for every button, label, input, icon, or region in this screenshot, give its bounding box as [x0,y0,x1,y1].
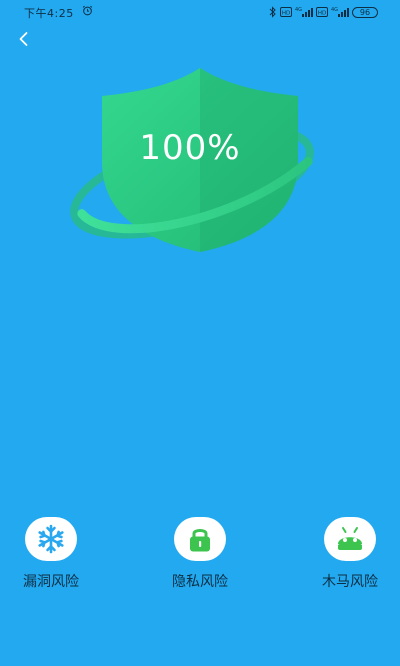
signal-icon-2: 4G [331,7,349,17]
battery-icon: 96 [352,6,378,18]
risk-icon-circle [174,517,226,561]
risk-icon-circle [324,517,376,561]
security-shield: 100% [60,62,340,272]
chevron-left-icon [19,32,28,46]
risk-icon-circle [25,517,77,561]
hd-icon-2: HD [316,7,328,17]
lock-icon [190,529,210,552]
bluetooth-icon [269,6,276,18]
status-indicators: HD 4G HD 4G 96 [269,5,378,19]
svg-text:4G: 4G [295,7,302,13]
risk-label: 隐私风险 [172,574,228,590]
signal-icon: 4G [295,7,313,17]
back-button[interactable] [12,28,36,52]
svg-text:HD: HD [318,10,326,16]
risk-item-trojan[interactable]: 木马风险 [295,517,400,591]
risk-item-vulnerability[interactable]: 漏洞风险 [0,517,106,591]
risk-label: 木马风险 [322,574,378,590]
snowflake-icon [38,524,64,554]
protection-percent: 100% [139,128,241,168]
alarm-clock-icon [82,5,93,16]
android-icon [338,527,362,550]
svg-text:HD: HD [282,10,290,16]
risk-item-privacy[interactable]: 隐私风险 [145,517,255,591]
risk-label: 漏洞风险 [23,574,79,590]
status-bar: 下午4:25 HD 4G HD 4G 96 [0,0,400,26]
svg-text:4G: 4G [331,7,338,13]
status-time: 下午4:25 [24,7,74,20]
hd-icon: HD [280,7,292,17]
